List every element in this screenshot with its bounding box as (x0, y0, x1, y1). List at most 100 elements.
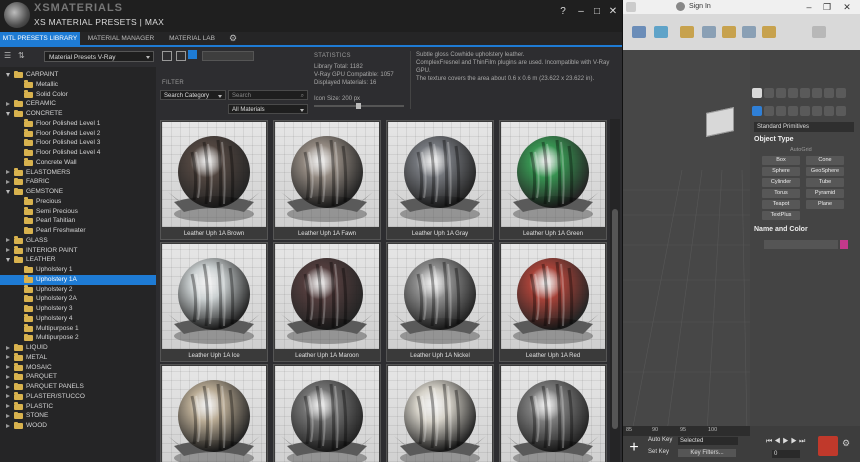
help-icon[interactable] (626, 1, 636, 12)
tree-item[interactable]: CARPAINT (0, 70, 156, 80)
tree-item[interactable]: CONCRETE (0, 109, 156, 119)
grid-scrollbar[interactable] (610, 119, 620, 462)
expand-closed-icon[interactable] (6, 170, 10, 174)
search-category-dropdown[interactable]: Search Category (160, 90, 226, 100)
scrollbar-thumb[interactable] (612, 209, 618, 429)
material-card[interactable]: Leather Uph 1A Green (499, 120, 607, 240)
material-card[interactable]: Leather Uph 1A Ice (160, 242, 268, 362)
material-card[interactable]: Leather Uph 1A Brown (160, 120, 268, 240)
icon-size-slider[interactable] (314, 103, 404, 109)
material-card[interactable]: Leather Uph 1A Fawn (273, 120, 381, 240)
key-mode-dropdown[interactable]: Selected (678, 437, 738, 445)
render-online-icon[interactable] (742, 26, 756, 38)
minimize-button[interactable]: – (574, 6, 588, 17)
primitive-button[interactable]: TextPlus (762, 211, 800, 220)
render-frame-icon[interactable] (654, 26, 668, 38)
tree-item[interactable]: WOOD (0, 421, 156, 431)
primitive-type-dropdown[interactable]: Standard Primitives (754, 122, 854, 132)
render-production-icon[interactable] (702, 26, 716, 38)
material-card[interactable]: Leather Uph 1A Nickel (386, 242, 494, 362)
view-size-field[interactable] (202, 51, 254, 61)
search-icon[interactable]: ⌕ (301, 91, 304, 101)
expand-closed-icon[interactable] (6, 355, 10, 360)
expand-closed-icon[interactable] (6, 374, 10, 379)
tree-item[interactable]: GLASS (0, 236, 156, 246)
grid-view-icon[interactable] (162, 51, 172, 61)
primitive-button[interactable]: Teapot (762, 200, 800, 209)
object-color-swatch[interactable] (840, 240, 848, 249)
material-card[interactable] (499, 364, 607, 462)
render-setup-icon[interactable] (632, 26, 646, 38)
tree-item[interactable]: Semi Precious (0, 207, 156, 217)
tree-item[interactable]: Floor Polished Level 2 (0, 129, 156, 139)
key-filters-button[interactable]: Key Filters... (678, 449, 736, 457)
max-close-icon[interactable]: ✕ (838, 0, 856, 14)
tree-item[interactable]: Solid Color (0, 90, 156, 100)
expand-closed-icon[interactable] (6, 394, 10, 399)
material-card[interactable]: Leather Uph 1A Gray (386, 120, 494, 240)
tab-mtl-presets-library[interactable]: MTL PRESETS LIBRARY (0, 32, 80, 45)
tree-item[interactable]: Upholstery 2A (0, 294, 156, 304)
tree-item[interactable]: Floor Polished Level 1 (0, 119, 156, 129)
tree-item[interactable]: Upholstery 4 (0, 314, 156, 324)
tree-item[interactable]: PLASTIC (0, 402, 156, 412)
command-tabs[interactable] (752, 88, 858, 100)
tree-item[interactable]: LIQUID (0, 343, 156, 353)
tree-item[interactable]: PLASTER/STUCCO (0, 392, 156, 402)
list-view-icon[interactable] (176, 51, 186, 61)
expand-closed-icon[interactable] (6, 413, 10, 418)
tree-item[interactable]: Upholstery 2 (0, 285, 156, 295)
expand-closed-icon[interactable] (6, 365, 10, 369)
extra-tool-icon[interactable] (812, 26, 826, 38)
tree-item[interactable]: Upholstery 1A (0, 274, 156, 285)
filter-icon[interactable]: ☰ (4, 51, 11, 60)
tree-item[interactable]: Floor Polished Level 4 (0, 148, 156, 158)
expand-open-icon[interactable] (6, 258, 10, 263)
tree-item[interactable]: ELASTOMERS (0, 168, 156, 178)
material-card[interactable]: Leather Uph 1A Maroon (273, 242, 381, 362)
help-button[interactable]: ? (556, 6, 570, 17)
slider-thumb[interactable] (356, 103, 361, 109)
large-view-icon[interactable] (188, 50, 197, 59)
max-minimize-icon[interactable]: – (800, 0, 818, 14)
primitive-button[interactable]: Pyramid (806, 189, 844, 198)
expand-open-icon[interactable] (6, 190, 10, 194)
add-key-icon[interactable]: + (626, 440, 642, 456)
render-active-icon[interactable] (722, 26, 736, 38)
tree-item[interactable]: STONE (0, 411, 156, 421)
tree-item[interactable]: GEMSTONE (0, 187, 156, 197)
tree-item[interactable]: Multipurpose 2 (0, 333, 156, 343)
expand-closed-icon[interactable] (6, 101, 10, 106)
expand-closed-icon[interactable] (6, 384, 10, 389)
user-icon[interactable] (676, 2, 685, 11)
close-button[interactable]: ✕ (606, 6, 620, 17)
render-iterative-icon[interactable] (762, 26, 776, 38)
playback-controls[interactable]: ⏮◀▶▶⏭ (766, 438, 807, 446)
tree-item[interactable]: PARQUET (0, 372, 156, 382)
material-card[interactable] (160, 364, 268, 462)
tree-item[interactable]: MOSAIC (0, 363, 156, 373)
signin-link[interactable]: Sign In (689, 3, 711, 10)
create-categories[interactable] (752, 106, 858, 118)
expand-closed-icon[interactable] (6, 248, 10, 252)
name-color-rollout[interactable]: Name and Color (754, 226, 854, 233)
expand-closed-icon[interactable] (6, 423, 10, 428)
tree-item[interactable]: Floor Polished Level 3 (0, 138, 156, 148)
expand-closed-icon[interactable] (6, 179, 10, 184)
expand-closed-icon[interactable] (6, 404, 10, 408)
primitive-button[interactable]: Torus (762, 189, 800, 198)
search-input[interactable]: Search ⌕ (228, 90, 308, 100)
primitive-button[interactable]: Tube (806, 178, 844, 187)
tree-item[interactable]: FABRIC (0, 177, 156, 187)
tree-item[interactable]: Upholstery 1 (0, 265, 156, 275)
tree-item[interactable]: Pearl Freshwater (0, 226, 156, 236)
tree-item[interactable]: INTERIOR PAINT (0, 246, 156, 256)
tree-item[interactable]: Upholstery 3 (0, 304, 156, 314)
primitive-button[interactable]: Box (762, 156, 800, 165)
primitive-button[interactable]: Sphere (762, 167, 800, 176)
material-card[interactable] (386, 364, 494, 462)
tree-item[interactable]: PARQUET PANELS (0, 382, 156, 392)
tree-item[interactable]: LEATHER (0, 255, 156, 265)
render-teapot-icon[interactable] (680, 26, 694, 38)
tree-item[interactable]: Concrete Wall (0, 158, 156, 168)
